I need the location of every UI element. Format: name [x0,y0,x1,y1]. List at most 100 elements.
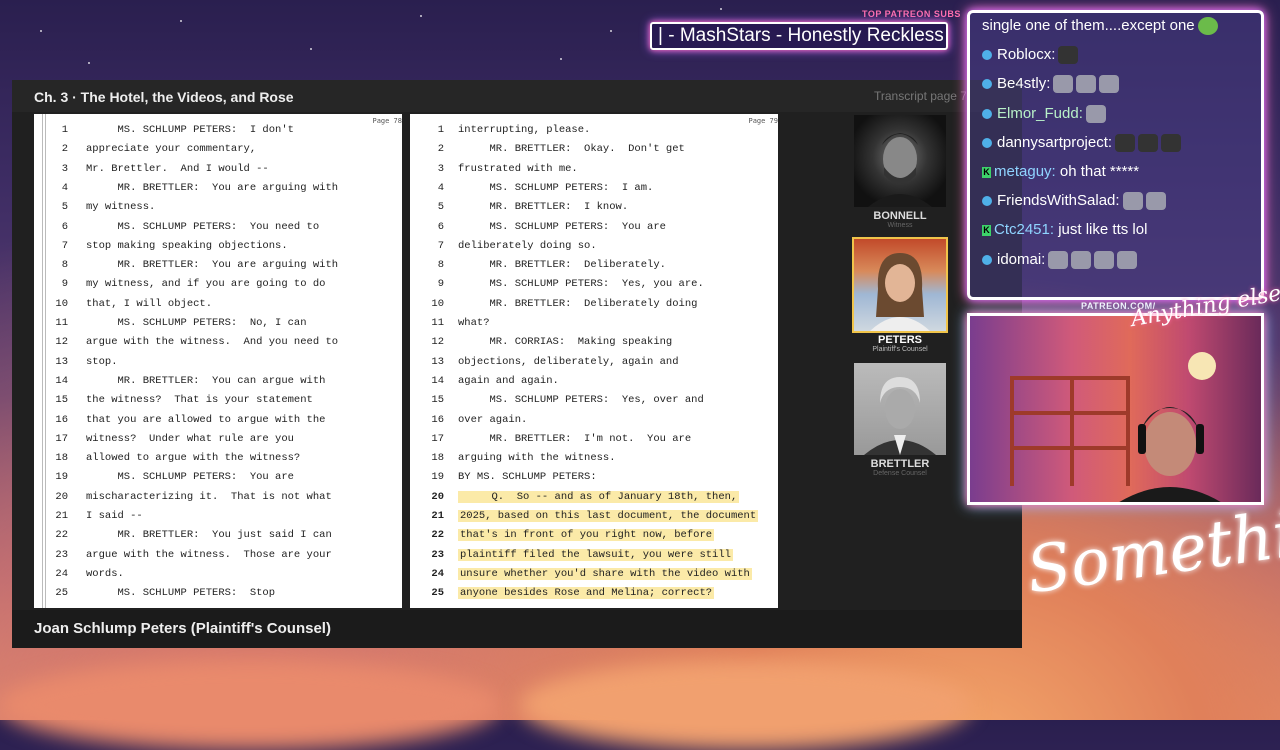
line-text: MS. SCHLUMP PETERS: Stop [86,587,276,600]
chat-emote-icon [1053,75,1074,94]
line-number: 1 [437,124,444,136]
panel-header: Ch. 3 · The Hotel, the Videos, and Rose … [12,80,1022,112]
transcript-line: 7 stop making speaking objections. [34,240,402,259]
line-number: 17 [431,432,444,445]
line-number: 10 [55,297,68,310]
line-number: 19 [55,471,68,484]
transcript-line: 1 MS. SCHLUMP PETERS: I don't [34,124,402,143]
transcript-page-right: Page 79 1 interrupting, please. 2 MR. BRET… [410,114,778,608]
line-number: 11 [55,317,68,329]
chat-emote-icon [1115,133,1136,152]
line-text: MS. SCHLUMP PETERS: You need to [86,220,320,233]
transcript-line: 23 plaintiff filed the lawsuit, you were … [410,548,778,568]
line-text: anyone besides Rose and Melina; correct? [458,587,715,600]
transcript-line: 1 interrupting, please. [410,124,778,143]
line-number: 11 [431,317,444,329]
transcript-line: 9 MS. SCHLUMP PETERS: Yes, you are. [410,278,778,297]
chat-emote-icon [1161,133,1182,152]
line-text: that's in front of you right now, before [458,529,715,542]
transcript-line: 23 argue with the witness. Those are your [34,549,402,568]
chat-message: FriendsWithSalad: [982,192,1166,211]
transcript-line: 13 stop. [34,356,402,375]
line-number: 22 [431,529,444,542]
line-number: 12 [55,336,68,349]
line-number: 20 [55,490,68,503]
transcript-line: 17 witness? Under what rule are you [34,433,402,452]
line-number: 3 [61,162,68,175]
line-text: MS. SCHLUMP PETERS: No, I can [86,317,307,329]
line-text: BY MS. SCHLUMP PETERS: [458,471,597,484]
transcript-line: 25 anyone besides Rose and Melina; correc… [410,587,778,606]
line-text: MS. SCHLUMP PETERS: I am. [458,181,654,194]
line-text: mischaracterizing it. That is not what [86,490,332,503]
line-text: MS. SCHLUMP PETERS: You are [86,471,294,484]
participant-name: PETERS [877,334,922,346]
chat-overlay: single one of them....except one Roblocx:… [967,10,1264,300]
line-number: 13 [431,355,444,368]
transcript-line: 16 over again. [410,414,778,433]
transcript-line: 20 mischaracterizing it. That is not what [34,491,402,510]
participant-brettler: BRETTLER Defense Counsel [854,363,946,477]
chat-text: single one of them....except one [982,17,1195,34]
chat-username: idomai: [997,250,1046,268]
line-text: MR. BRETTLER: Deliberately doing [458,297,698,310]
participant-role: Witness [887,222,913,229]
line-text: 2025, based on this last document, the d… [458,510,759,522]
line-text: my witness. [86,201,156,214]
chat-message: K Ctc2451: just like tts lol [982,221,1147,238]
line-number: 24 [431,567,444,580]
transcript-line: 5 my witness. [34,201,402,220]
line-text: argue with the witness. Those are your [86,548,332,561]
line-text: appreciate your commentary, [86,143,257,156]
transcript-line: 4 MS. SCHLUMP PETERS: I am. [410,182,778,201]
line-number: 5 [61,201,68,214]
line-number: 15 [55,394,68,407]
line-number: 4 [437,181,444,194]
chat-message: Elmor_Fudd: [982,105,1106,123]
line-number: 14 [431,374,444,387]
transcript-line: 3 Mr. Brettler. And I would -- [34,163,402,182]
line-text: interrupting, please. [458,124,591,136]
transcript-line: 12 MR. CORRIAS: Making speaking [410,336,778,355]
line-number: 6 [61,220,68,233]
line-text: plaintiff filed the lawsuit, you were st… [458,548,733,561]
line-number: 24 [55,567,68,580]
transcript-line: 8 MR. BRETTLER: Deliberately. [410,259,778,278]
participant-photo [854,363,946,455]
transcript-line: 10 that, I will object. [34,298,402,317]
chat-emote-icon [1094,250,1115,269]
line-text: MR. BRETTLER: You are arguing with [86,259,339,272]
line-number: 21 [431,510,444,522]
line-number: 3 [437,162,444,175]
line-text: I said -- [86,510,143,522]
chat-message: idomai: [982,250,1138,269]
transcript-line: 21 2025, based on this last document, the… [410,510,778,529]
transcript-line: 11 MS. SCHLUMP PETERS: No, I can [34,317,402,336]
chat-message: dannysartproject: [982,133,1182,152]
transcript-line: 8 MR. BRETTLER: You are arguing with [34,259,402,278]
line-text: deliberately doing so. [458,239,597,252]
participant-photo [852,237,948,333]
chat-username: Elmor_Fudd: [997,104,1083,122]
line-number: 20 [431,490,444,503]
transcript-line: 11 what? [410,317,778,336]
line-number: 16 [431,413,444,426]
chat-username: dannysartproject: [997,133,1113,151]
line-number: 17 [55,432,68,445]
line-text: MR. BRETTLER: You are arguing with [86,181,339,194]
chat-username: FriendsWithSalad: [997,192,1120,210]
kick-badge-icon: K [982,166,991,178]
chat-emote-icon [1145,192,1166,211]
line-number: 23 [55,548,68,561]
chat-badge-icon [982,196,992,207]
line-number: 9 [437,278,444,291]
line-number: 18 [431,452,444,465]
line-number: 16 [55,413,68,426]
transcript-panel: Ch. 3 · The Hotel, the Videos, and Rose … [12,80,1022,648]
transcript-line: 6 MS. SCHLUMP PETERS: You are [410,221,778,240]
line-text: MS. SCHLUMP PETERS: You are [458,220,666,233]
participant-name: BONNELL [873,210,927,222]
line-number: 19 [431,471,444,484]
line-text: MS. SCHLUMP PETERS: Yes, over and [458,394,704,407]
chat-badge-icon [982,254,992,265]
